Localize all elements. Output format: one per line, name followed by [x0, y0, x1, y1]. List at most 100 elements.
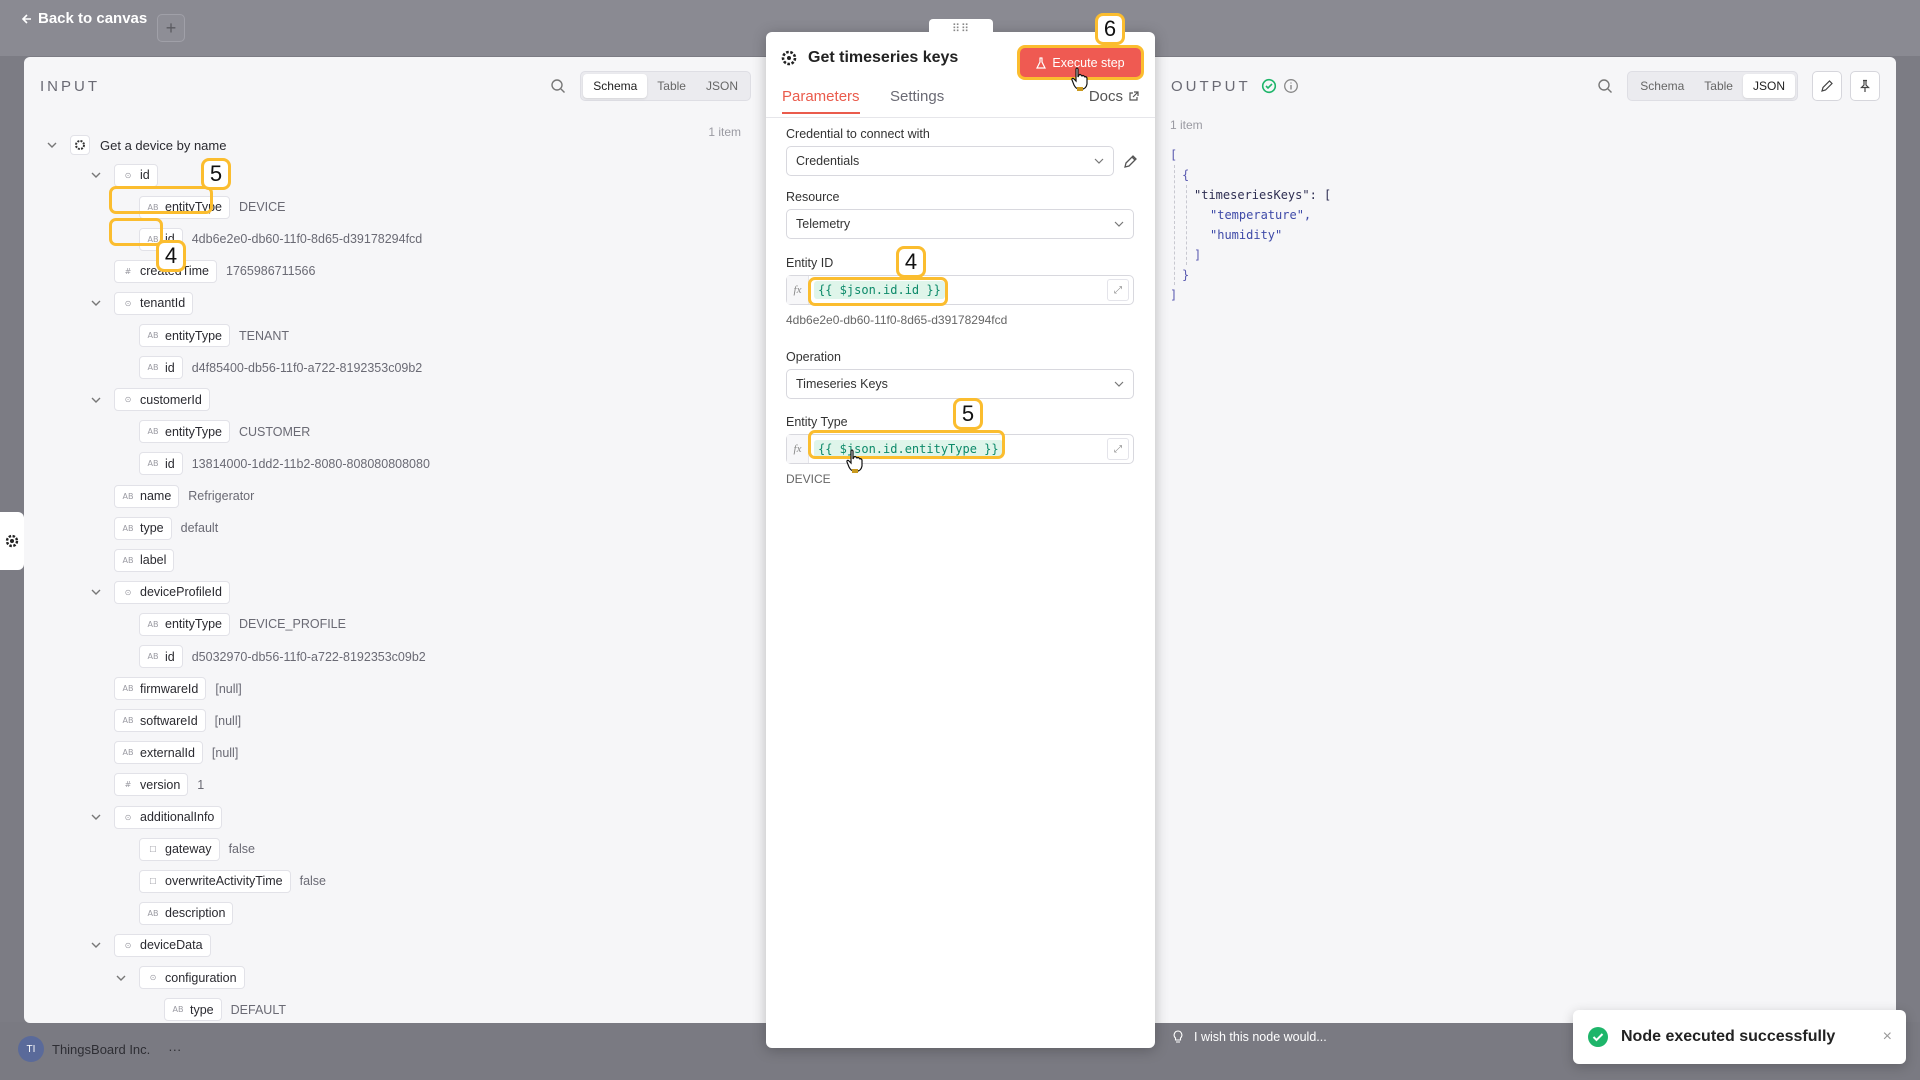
schema-row[interactable]: AB externalId [null] [114, 740, 238, 766]
schema-field-token[interactable]: ⊙ configuration [139, 966, 245, 989]
info-icon[interactable] [1283, 78, 1299, 94]
type-num-icon: # [124, 266, 132, 276]
side-panel-handle[interactable] [0, 512, 24, 570]
type-bool-icon: ☐ [149, 876, 157, 886]
resource-select[interactable]: Telemetry [786, 209, 1134, 239]
schema-row[interactable]: # version 1 [114, 772, 204, 798]
schema-row[interactable]: AB softwareId [null] [114, 708, 241, 734]
schema-field-token[interactable]: AB entityType [139, 324, 230, 347]
workspace-more-icon[interactable]: ··· [168, 1042, 181, 1057]
schema-field-token[interactable]: ☐ gateway [139, 837, 220, 861]
schema-row[interactable]: ⊙ deviceProfileId [90, 579, 230, 605]
schema-field-token[interactable]: AB softwareId [114, 709, 206, 733]
entity-type-expression-field[interactable]: fx {{ $json.id.entityType }} ⤢ [786, 434, 1134, 464]
schema-row[interactable]: ⊙ additionalInfo [90, 804, 223, 830]
chevron-down-icon[interactable] [115, 972, 127, 984]
schema-field-value: CUSTOMER [238, 424, 311, 439]
output-tab-schema[interactable]: Schema [1630, 74, 1694, 98]
add-node-button[interactable]: + [157, 14, 185, 42]
output-tab-table[interactable]: Table [1694, 74, 1743, 98]
schema-field-token[interactable]: ⊙ customerId [114, 388, 210, 412]
tab-settings[interactable]: Settings [890, 88, 944, 112]
schema-row[interactable]: AB label [114, 547, 175, 573]
tab-parameters[interactable]: Parameters [782, 88, 860, 114]
schema-row[interactable]: AB id d4f85400-db56-11f0-a722-8192353c09b2 [139, 355, 422, 381]
tree-root[interactable]: Get a device by name [46, 132, 226, 158]
schema-field-token[interactable]: ☐ overwriteActivityTime [139, 869, 291, 893]
schema-row[interactable]: AB entityType DEVICE_PROFILE [139, 611, 346, 637]
search-icon[interactable] [1597, 78, 1613, 94]
schema-field-token[interactable]: AB name [114, 484, 180, 508]
entity-id-expression-field[interactable]: fx {{ $json.id.id }} ⤢ [786, 275, 1134, 305]
chevron-down-icon[interactable] [90, 169, 102, 181]
workspace-switcher[interactable]: TI ThingsBoard Inc. ··· [18, 1036, 181, 1062]
schema-row[interactable]: AB name Refrigerator [114, 483, 254, 509]
schema-row[interactable]: #createdTime1765986711566 [114, 258, 315, 284]
chevron-down-icon[interactable] [90, 586, 102, 598]
tree-root-label: Get a device by name [100, 137, 227, 153]
schema-field-token[interactable]: ⊙ deviceProfileId [114, 580, 230, 604]
drag-handle[interactable]: ⠿⠿ [929, 19, 993, 37]
expand-editor-icon[interactable]: ⤢ [1107, 279, 1129, 301]
input-panel: INPUT Schema Table JSON 1 item Get a dev… [24, 57, 767, 1023]
schema-row[interactable]: ☐ gateway false [139, 836, 255, 862]
chevron-down-icon[interactable] [46, 139, 58, 151]
schema-row[interactable]: AB description [139, 900, 234, 926]
schema-row[interactable]: AB type default [114, 515, 218, 541]
schema-row[interactable]: AB entityType CUSTOMER [139, 419, 310, 445]
schema-field-token[interactable]: # version [114, 773, 189, 797]
search-icon[interactable] [550, 78, 566, 94]
schema-field-token[interactable]: AB entityType [139, 195, 230, 219]
output-tab-json[interactable]: JSON [1742, 74, 1795, 98]
schema-row[interactable]: AB type DEFAULT [164, 997, 286, 1023]
docs-label: Docs [1088, 88, 1123, 105]
expand-editor-icon[interactable]: ⤢ [1107, 438, 1129, 460]
entity-id-preview: 4db6e2e0-db60-11f0-8d65-d39178294fcd [786, 313, 1008, 327]
chevron-down-icon[interactable] [90, 811, 102, 823]
schema-row[interactable]: ☐ overwriteActivityTime false [139, 868, 326, 894]
schema-row[interactable]: ⊙ id [90, 162, 158, 188]
schema-row[interactable]: AB entityType TENANT [139, 323, 289, 349]
schema-row[interactable]: ⊙ tenantId [90, 290, 194, 316]
type-obj-icon: ⊙ [124, 395, 132, 405]
schema-field-token[interactable]: AB type [164, 998, 222, 1022]
schema-field-token[interactable]: AB type [114, 516, 172, 540]
pencil-icon[interactable] [1120, 152, 1140, 172]
pin-output-button[interactable] [1850, 71, 1880, 101]
schema-field-token[interactable]: AB id [139, 645, 183, 668]
edit-output-button[interactable] [1812, 71, 1842, 101]
schema-row[interactable]: ⊙ configuration [115, 965, 245, 991]
schema-field-token[interactable]: ⊙ tenantId [114, 291, 194, 315]
input-tab-schema[interactable]: Schema [583, 74, 648, 98]
input-tab-table[interactable]: Table [647, 74, 696, 98]
schema-row[interactable]: ⊙ customerId [90, 387, 210, 413]
schema-row[interactable]: AB entityType DEVICE [139, 194, 286, 220]
schema-field-token[interactable]: AB description [139, 901, 234, 925]
schema-row[interactable]: AB firmwareId [null] [114, 676, 242, 702]
input-tab-json[interactable]: JSON [696, 74, 748, 98]
back-to-canvas-link[interactable]: Back to canvas [20, 10, 147, 27]
json-guide [1174, 165, 1175, 285]
schema-field-token[interactable]: AB id [139, 356, 183, 380]
chevron-down-icon[interactable] [90, 939, 102, 951]
schema-field-token[interactable]: AB entityType [139, 420, 230, 444]
type-str-icon: AB [122, 684, 134, 694]
schema-field-token[interactable]: ⊙ deviceData [114, 933, 211, 957]
schema-row[interactable]: AB id 13814000-1dd2-11b2-8080-808080808080 [139, 451, 430, 477]
schema-field-token[interactable]: AB firmwareId [114, 677, 207, 701]
credential-select[interactable]: Credentials [786, 146, 1114, 176]
schema-row[interactable]: ⊙ deviceData [90, 932, 211, 958]
schema-row[interactable]: AB id d5032970-db56-11f0-a722-8192353c09b2 [139, 644, 426, 670]
schema-field-token[interactable]: ⊙ additionalInfo [114, 805, 223, 829]
workspace-name: ThingsBoard Inc. [52, 1041, 151, 1057]
docs-link[interactable]: Docs [1089, 88, 1139, 105]
schema-field-token[interactable]: AB id [139, 452, 183, 476]
chevron-down-icon[interactable] [90, 394, 102, 406]
operation-select[interactable]: Timeseries Keys [786, 369, 1134, 399]
chevron-down-icon[interactable] [90, 297, 102, 309]
schema-field-token[interactable]: AB entityType [139, 612, 230, 636]
schema-field-token[interactable]: AB label [114, 548, 175, 572]
schema-field-token[interactable]: ⊙ id [114, 163, 158, 187]
schema-field-token[interactable]: AB externalId [114, 741, 203, 765]
close-icon[interactable]: × [1883, 1028, 1892, 1046]
